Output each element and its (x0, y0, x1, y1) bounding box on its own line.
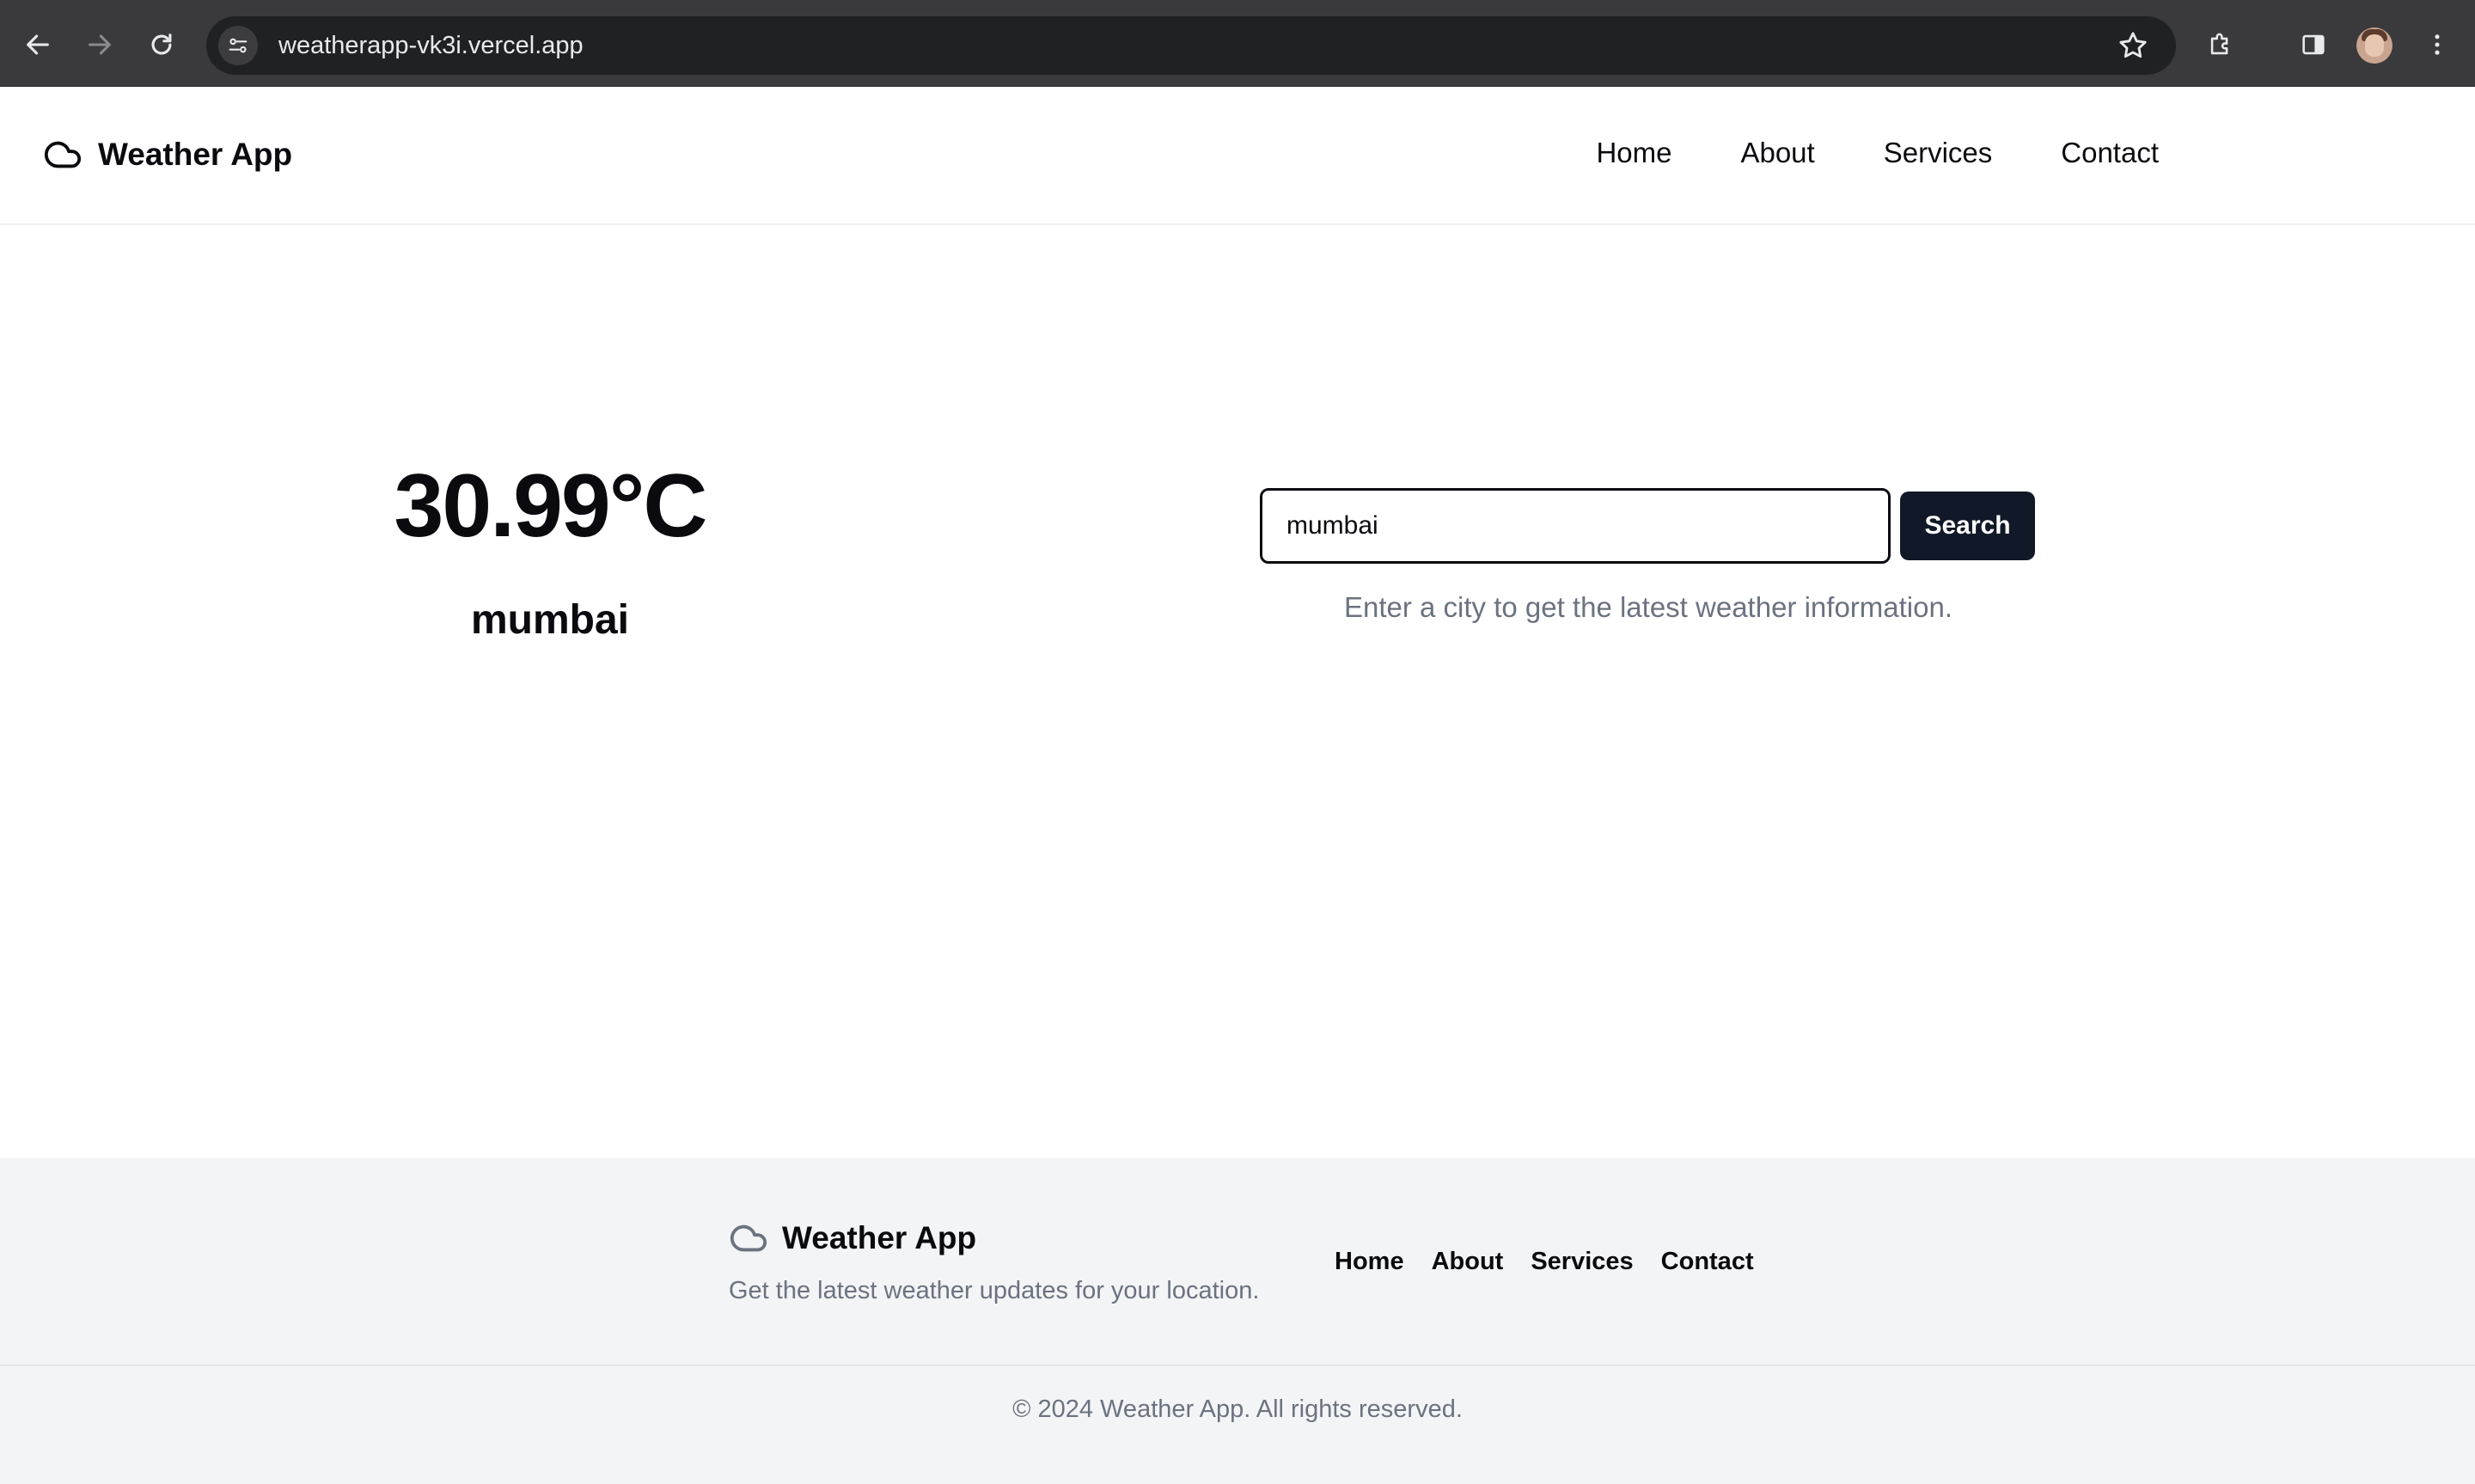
search-button[interactable]: Search (1900, 492, 2035, 560)
nav-contact[interactable]: Contact (2061, 137, 2159, 169)
temperature-value: 30.99°C (394, 456, 708, 556)
city-search-input[interactable] (1257, 486, 1893, 566)
city-name: mumbai (470, 597, 630, 643)
site-header: Weather App Home About Services Contact (0, 87, 2475, 225)
more-menu-button[interactable] (2411, 19, 2463, 70)
site-info-icon (229, 38, 248, 53)
footer-nav: Home About Services Contact (1335, 1248, 1754, 1276)
footer-divider (0, 1365, 2475, 1366)
footer-nav-services[interactable]: Services (1531, 1248, 1633, 1276)
browser-toolbar: weatherapp-vk3i.vercel.app (0, 0, 2475, 87)
site-info-button[interactable] (218, 26, 258, 65)
search-hint: Enter a city to get the latest weather i… (1343, 591, 1953, 623)
footer-nav-contact[interactable]: Contact (1661, 1248, 1754, 1276)
reload-icon (151, 34, 172, 55)
nav-about[interactable]: About (1740, 137, 1814, 169)
more-vert-icon (2435, 34, 2440, 55)
extensions-button[interactable] (2195, 19, 2246, 70)
avatar[interactable] (2356, 27, 2392, 64)
forward-button[interactable] (74, 19, 125, 70)
url-text[interactable]: weatherapp-vk3i.vercel.app (278, 32, 584, 60)
reload-button[interactable] (136, 19, 187, 70)
nav-home[interactable]: Home (1596, 137, 1671, 169)
cloud-icon (730, 1224, 767, 1252)
footer-nav-home[interactable]: Home (1335, 1248, 1404, 1276)
brand-link[interactable]: Weather App (43, 135, 292, 174)
main-nav: Home About Services Contact (1596, 137, 2159, 169)
side-panel-button[interactable] (2288, 19, 2339, 70)
back-arrow-icon (27, 34, 49, 55)
footer-tagline: Get the latest weather updates for your … (729, 1277, 1260, 1304)
footer-brand-name: Weather App (782, 1220, 977, 1255)
star-icon[interactable] (2116, 28, 2150, 63)
site-footer: Weather App Get the latest weather updat… (0, 1158, 2475, 1484)
cloud-icon (44, 141, 82, 168)
brand-name: Weather App (98, 137, 293, 172)
side-panel-icon (2302, 34, 2325, 55)
forward-arrow-icon (89, 34, 111, 55)
nav-services[interactable]: Services (1884, 137, 1993, 169)
extensions-icon (2210, 33, 2228, 55)
back-button[interactable] (12, 19, 64, 70)
address-bar[interactable]: weatherapp-vk3i.vercel.app (206, 16, 2176, 75)
footer-brand[interactable]: Weather App (729, 1218, 976, 1258)
footer-nav-about[interactable]: About (1432, 1248, 1504, 1276)
copyright-text: © 2024 Weather App. All rights reserved. (1012, 1395, 1463, 1423)
